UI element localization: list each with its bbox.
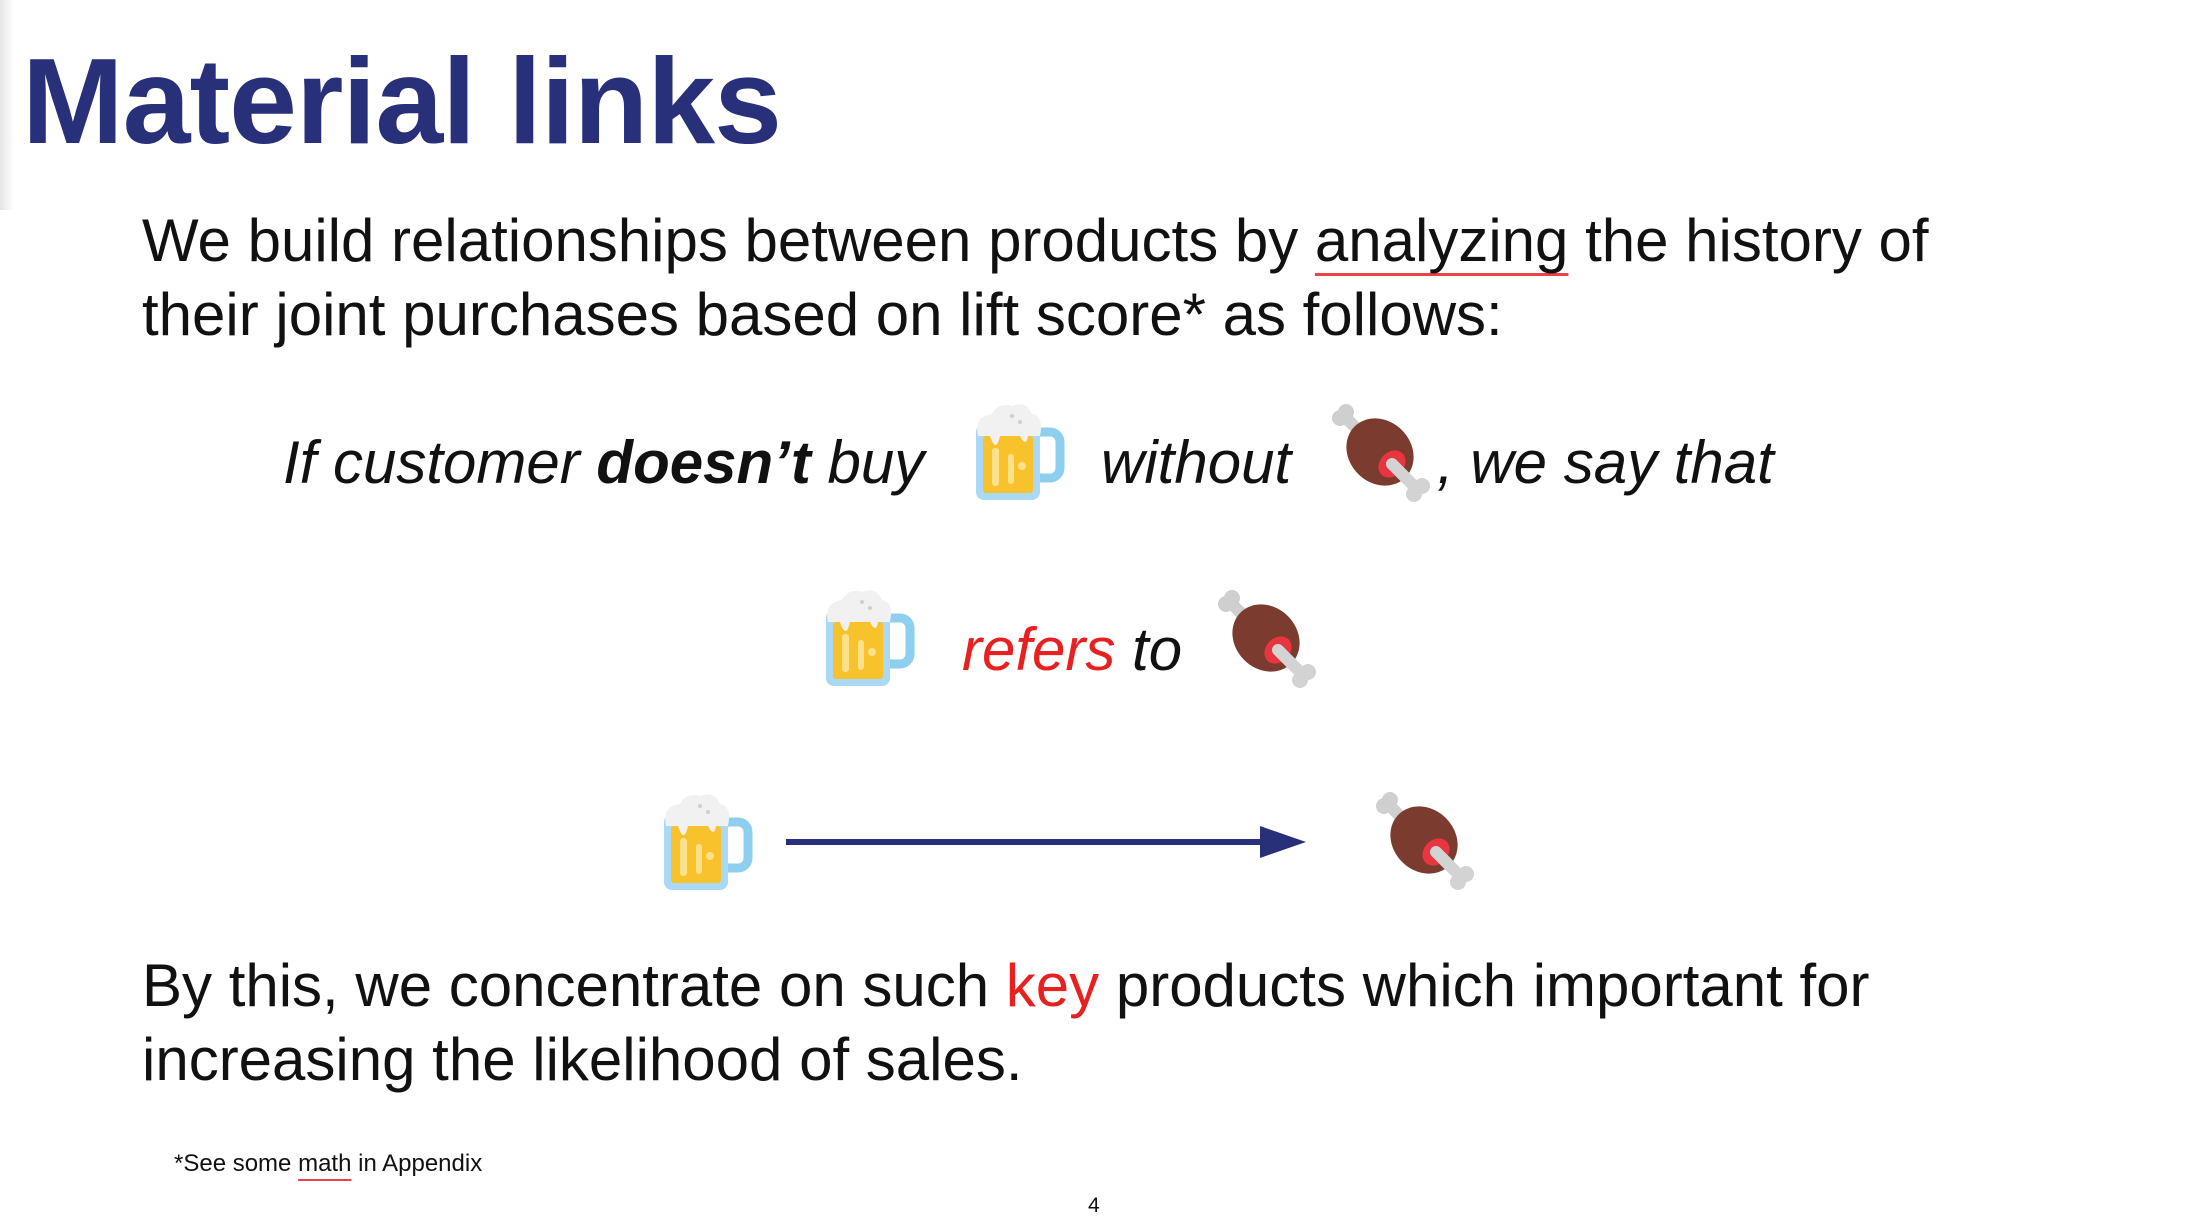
footnote: *See some math in Appendix [174, 1150, 482, 1178]
intro-highlight-analyzing: analyzing [1314, 207, 1569, 274]
refers-to-text: refers to [962, 620, 1182, 680]
diagram-meat-node [1374, 790, 1474, 890]
refers-word: refers [962, 616, 1116, 683]
footnote-math: math [298, 1150, 352, 1177]
rule-part1: If customer [283, 429, 597, 496]
slide-edge-shadow [0, 0, 14, 210]
relation-arrow [784, 822, 1308, 867]
intro-text-end: the history of [1568, 207, 1929, 274]
meat-on-bone-icon-refers [1216, 588, 1316, 688]
footnote-start: *See some [174, 1150, 299, 1177]
conclusion-text-end: products which important for [1099, 952, 1870, 1019]
conclusion-text-line2: increasing the likelihood of sales. [142, 1026, 1023, 1093]
slide-title: Material links [22, 33, 782, 169]
rule-we-say: , we say that [1437, 429, 1774, 496]
rule-text-left: If customer doesn’t buy [283, 433, 924, 493]
footnote-end: in Appendix [351, 1150, 483, 1177]
conclusion-text-start: By this, we concentrate on such [142, 952, 1006, 1019]
intro-paragraph: We build relationships between products … [142, 204, 1929, 352]
beer-mug-icon [970, 402, 1066, 502]
intro-text-start: We build relationships between products … [142, 207, 1315, 274]
beer-mug-icon-refers [820, 588, 916, 688]
rule-without: without [1101, 429, 1292, 496]
intro-text-line2: their joint purchases based on lift scor… [142, 281, 1503, 348]
conclusion-key-word: key [1005, 952, 1100, 1019]
rule-part2: buy [810, 429, 925, 496]
rule-bold: doesn’t [596, 429, 811, 496]
page-number: 4 [1088, 1194, 1100, 1217]
diagram-beer-node [658, 792, 754, 892]
to-word: to [1132, 616, 1183, 683]
meat-on-bone-icon [1330, 402, 1430, 502]
conclusion-paragraph: By this, we concentrate on such key prod… [142, 949, 1870, 1097]
